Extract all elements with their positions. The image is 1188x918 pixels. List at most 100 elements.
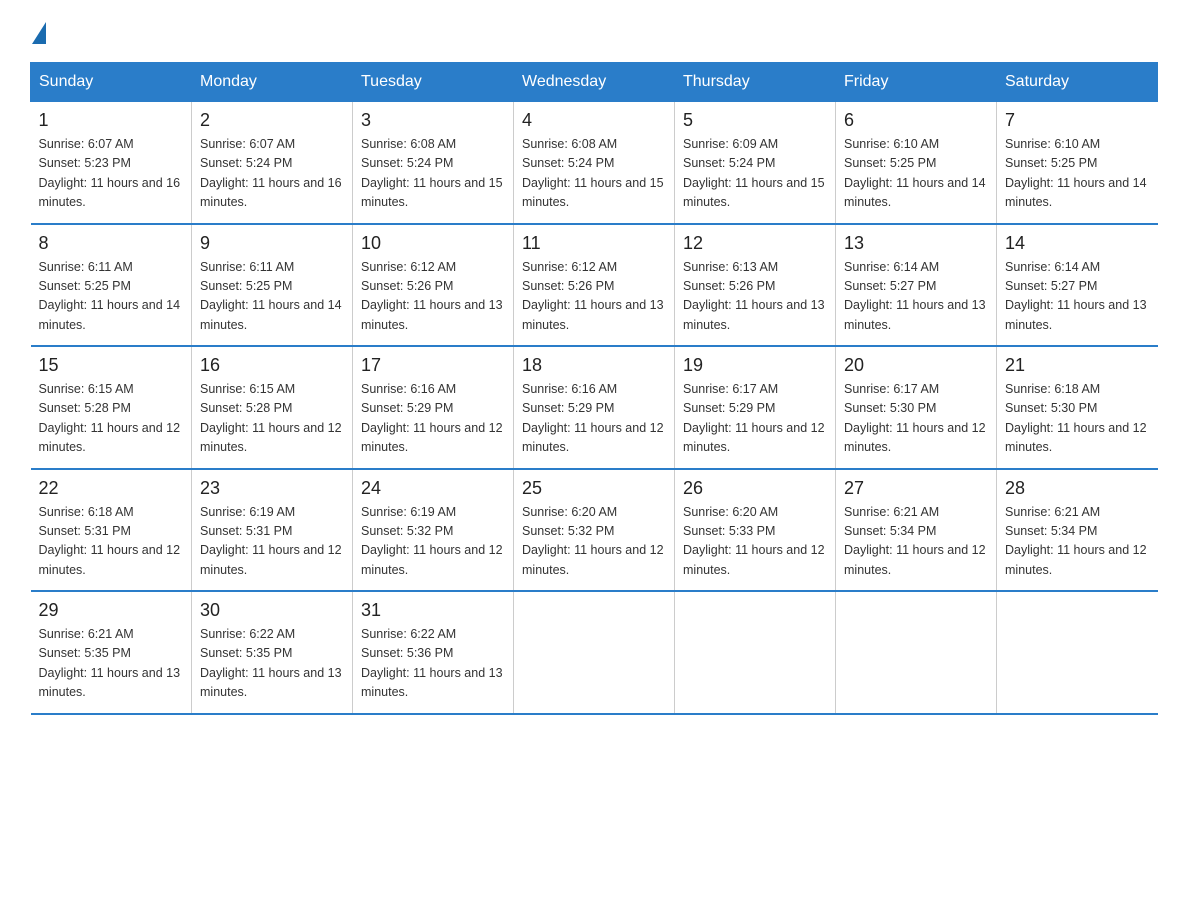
day-number: 5 (683, 110, 827, 131)
day-info: Sunrise: 6:12 AMSunset: 5:26 PMDaylight:… (522, 258, 666, 336)
day-number: 10 (361, 233, 505, 254)
day-number: 13 (844, 233, 988, 254)
day-info: Sunrise: 6:16 AMSunset: 5:29 PMDaylight:… (361, 380, 505, 458)
calendar-cell: 28 Sunrise: 6:21 AMSunset: 5:34 PMDaylig… (997, 469, 1158, 592)
day-number: 21 (1005, 355, 1150, 376)
calendar-cell: 15 Sunrise: 6:15 AMSunset: 5:28 PMDaylig… (31, 346, 192, 469)
column-header-wednesday: Wednesday (514, 63, 675, 102)
calendar-cell: 12 Sunrise: 6:13 AMSunset: 5:26 PMDaylig… (675, 224, 836, 347)
calendar-cell (997, 591, 1158, 714)
day-info: Sunrise: 6:08 AMSunset: 5:24 PMDaylight:… (522, 135, 666, 213)
calendar-cell: 13 Sunrise: 6:14 AMSunset: 5:27 PMDaylig… (836, 224, 997, 347)
week-row-3: 15 Sunrise: 6:15 AMSunset: 5:28 PMDaylig… (31, 346, 1158, 469)
day-info: Sunrise: 6:13 AMSunset: 5:26 PMDaylight:… (683, 258, 827, 336)
column-header-friday: Friday (836, 63, 997, 102)
calendar-cell: 29 Sunrise: 6:21 AMSunset: 5:35 PMDaylig… (31, 591, 192, 714)
day-number: 2 (200, 110, 344, 131)
day-info: Sunrise: 6:09 AMSunset: 5:24 PMDaylight:… (683, 135, 827, 213)
day-number: 9 (200, 233, 344, 254)
calendar-cell: 26 Sunrise: 6:20 AMSunset: 5:33 PMDaylig… (675, 469, 836, 592)
day-info: Sunrise: 6:10 AMSunset: 5:25 PMDaylight:… (1005, 135, 1150, 213)
column-header-monday: Monday (192, 63, 353, 102)
column-header-thursday: Thursday (675, 63, 836, 102)
calendar-cell: 2 Sunrise: 6:07 AMSunset: 5:24 PMDayligh… (192, 102, 353, 224)
calendar-cell: 22 Sunrise: 6:18 AMSunset: 5:31 PMDaylig… (31, 469, 192, 592)
calendar-cell: 7 Sunrise: 6:10 AMSunset: 5:25 PMDayligh… (997, 102, 1158, 224)
calendar-cell (675, 591, 836, 714)
calendar-cell: 3 Sunrise: 6:08 AMSunset: 5:24 PMDayligh… (353, 102, 514, 224)
day-number: 1 (39, 110, 184, 131)
calendar-cell: 25 Sunrise: 6:20 AMSunset: 5:32 PMDaylig… (514, 469, 675, 592)
day-info: Sunrise: 6:07 AMSunset: 5:23 PMDaylight:… (39, 135, 184, 213)
calendar-cell (836, 591, 997, 714)
day-info: Sunrise: 6:14 AMSunset: 5:27 PMDaylight:… (1005, 258, 1150, 336)
calendar-cell: 31 Sunrise: 6:22 AMSunset: 5:36 PMDaylig… (353, 591, 514, 714)
week-row-4: 22 Sunrise: 6:18 AMSunset: 5:31 PMDaylig… (31, 469, 1158, 592)
calendar-header-row: SundayMondayTuesdayWednesdayThursdayFrid… (31, 63, 1158, 102)
calendar-table: SundayMondayTuesdayWednesdayThursdayFrid… (30, 62, 1158, 715)
day-number: 25 (522, 478, 666, 499)
day-number: 4 (522, 110, 666, 131)
page-header (30, 20, 1158, 42)
day-number: 12 (683, 233, 827, 254)
day-info: Sunrise: 6:15 AMSunset: 5:28 PMDaylight:… (39, 380, 184, 458)
calendar-cell: 8 Sunrise: 6:11 AMSunset: 5:25 PMDayligh… (31, 224, 192, 347)
day-info: Sunrise: 6:12 AMSunset: 5:26 PMDaylight:… (361, 258, 505, 336)
calendar-cell: 16 Sunrise: 6:15 AMSunset: 5:28 PMDaylig… (192, 346, 353, 469)
week-row-5: 29 Sunrise: 6:21 AMSunset: 5:35 PMDaylig… (31, 591, 1158, 714)
logo-text (30, 20, 48, 42)
day-number: 3 (361, 110, 505, 131)
day-number: 7 (1005, 110, 1150, 131)
day-info: Sunrise: 6:11 AMSunset: 5:25 PMDaylight:… (200, 258, 344, 336)
calendar-cell: 27 Sunrise: 6:21 AMSunset: 5:34 PMDaylig… (836, 469, 997, 592)
calendar-cell: 11 Sunrise: 6:12 AMSunset: 5:26 PMDaylig… (514, 224, 675, 347)
day-info: Sunrise: 6:10 AMSunset: 5:25 PMDaylight:… (844, 135, 988, 213)
day-number: 24 (361, 478, 505, 499)
day-number: 30 (200, 600, 344, 621)
day-info: Sunrise: 6:19 AMSunset: 5:31 PMDaylight:… (200, 503, 344, 581)
day-number: 14 (1005, 233, 1150, 254)
day-number: 20 (844, 355, 988, 376)
day-number: 28 (1005, 478, 1150, 499)
day-info: Sunrise: 6:11 AMSunset: 5:25 PMDaylight:… (39, 258, 184, 336)
day-info: Sunrise: 6:18 AMSunset: 5:31 PMDaylight:… (39, 503, 184, 581)
day-info: Sunrise: 6:07 AMSunset: 5:24 PMDaylight:… (200, 135, 344, 213)
week-row-2: 8 Sunrise: 6:11 AMSunset: 5:25 PMDayligh… (31, 224, 1158, 347)
calendar-cell: 30 Sunrise: 6:22 AMSunset: 5:35 PMDaylig… (192, 591, 353, 714)
logo (30, 20, 48, 42)
day-number: 8 (39, 233, 184, 254)
calendar-cell: 9 Sunrise: 6:11 AMSunset: 5:25 PMDayligh… (192, 224, 353, 347)
calendar-cell: 24 Sunrise: 6:19 AMSunset: 5:32 PMDaylig… (353, 469, 514, 592)
calendar-cell: 21 Sunrise: 6:18 AMSunset: 5:30 PMDaylig… (997, 346, 1158, 469)
day-number: 18 (522, 355, 666, 376)
calendar-cell: 6 Sunrise: 6:10 AMSunset: 5:25 PMDayligh… (836, 102, 997, 224)
day-info: Sunrise: 6:22 AMSunset: 5:35 PMDaylight:… (200, 625, 344, 703)
day-number: 23 (200, 478, 344, 499)
column-header-saturday: Saturday (997, 63, 1158, 102)
day-info: Sunrise: 6:15 AMSunset: 5:28 PMDaylight:… (200, 380, 344, 458)
calendar-cell: 10 Sunrise: 6:12 AMSunset: 5:26 PMDaylig… (353, 224, 514, 347)
calendar-cell: 18 Sunrise: 6:16 AMSunset: 5:29 PMDaylig… (514, 346, 675, 469)
day-number: 19 (683, 355, 827, 376)
day-info: Sunrise: 6:17 AMSunset: 5:29 PMDaylight:… (683, 380, 827, 458)
column-header-tuesday: Tuesday (353, 63, 514, 102)
calendar-cell: 19 Sunrise: 6:17 AMSunset: 5:29 PMDaylig… (675, 346, 836, 469)
day-number: 31 (361, 600, 505, 621)
day-info: Sunrise: 6:21 AMSunset: 5:34 PMDaylight:… (1005, 503, 1150, 581)
day-info: Sunrise: 6:21 AMSunset: 5:34 PMDaylight:… (844, 503, 988, 581)
calendar-cell: 1 Sunrise: 6:07 AMSunset: 5:23 PMDayligh… (31, 102, 192, 224)
day-info: Sunrise: 6:16 AMSunset: 5:29 PMDaylight:… (522, 380, 666, 458)
day-info: Sunrise: 6:17 AMSunset: 5:30 PMDaylight:… (844, 380, 988, 458)
day-info: Sunrise: 6:14 AMSunset: 5:27 PMDaylight:… (844, 258, 988, 336)
day-info: Sunrise: 6:08 AMSunset: 5:24 PMDaylight:… (361, 135, 505, 213)
logo-triangle-icon (32, 22, 46, 44)
day-info: Sunrise: 6:18 AMSunset: 5:30 PMDaylight:… (1005, 380, 1150, 458)
calendar-cell: 23 Sunrise: 6:19 AMSunset: 5:31 PMDaylig… (192, 469, 353, 592)
day-number: 26 (683, 478, 827, 499)
week-row-1: 1 Sunrise: 6:07 AMSunset: 5:23 PMDayligh… (31, 102, 1158, 224)
day-info: Sunrise: 6:21 AMSunset: 5:35 PMDaylight:… (39, 625, 184, 703)
calendar-cell: 17 Sunrise: 6:16 AMSunset: 5:29 PMDaylig… (353, 346, 514, 469)
day-number: 11 (522, 233, 666, 254)
calendar-cell: 14 Sunrise: 6:14 AMSunset: 5:27 PMDaylig… (997, 224, 1158, 347)
calendar-cell (514, 591, 675, 714)
